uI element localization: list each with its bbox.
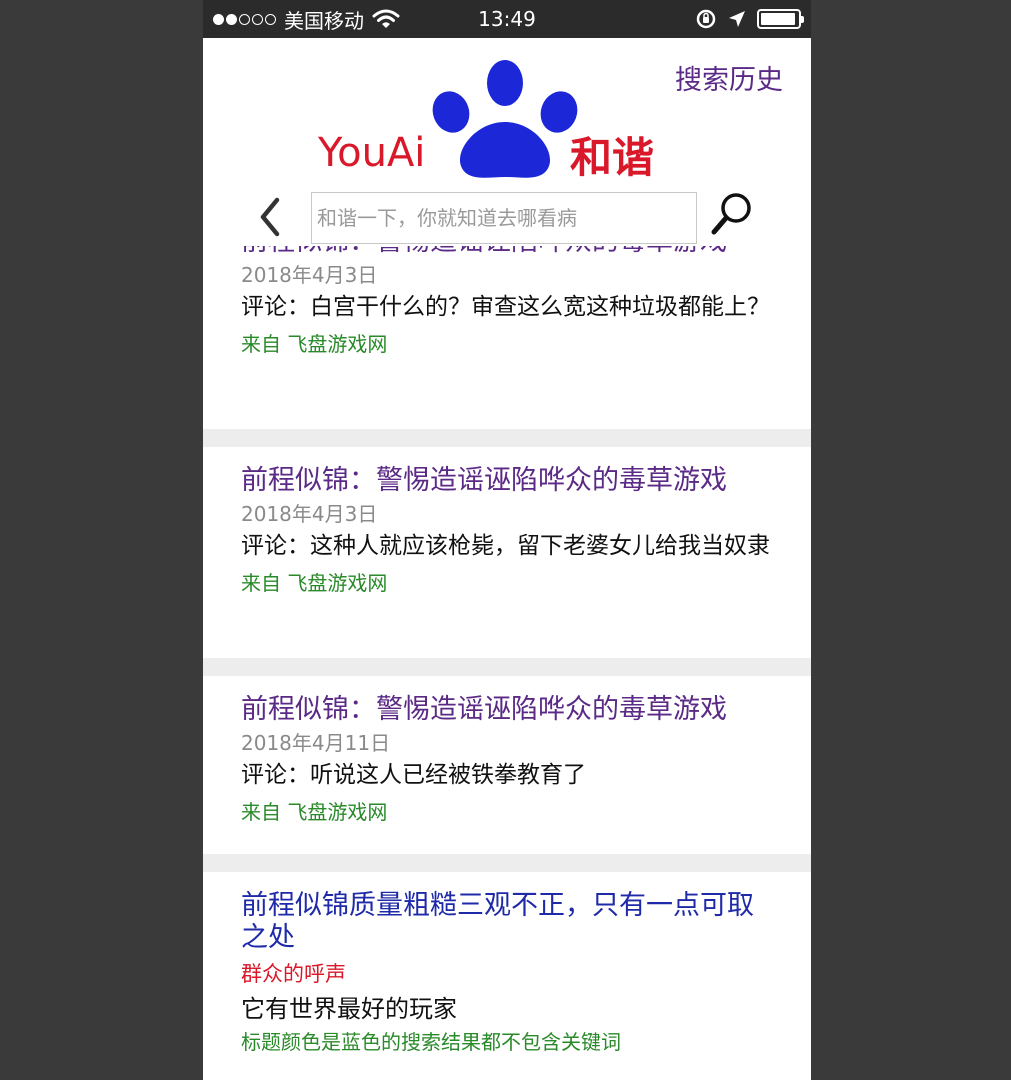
result-divider — [203, 658, 811, 676]
battery-level — [761, 13, 796, 25]
location-arrow-icon — [729, 11, 745, 27]
result-title[interactable]: 前程似锦：警惕造谣诬陷哗众的毒草游戏 — [241, 465, 773, 497]
results-list: 前程似锦：警惕造谣诬陷哗众的毒草游戏 2018年4月3日 评论：白宫干什么的？审… — [203, 226, 811, 1080]
featured-red-label: 群众的呼声 — [241, 962, 346, 986]
result-card[interactable]: 前程似锦：警惕造谣诬陷哗众的毒草游戏 2018年4月11日 评论：听说这人已经被… — [203, 676, 811, 854]
result-comment: 评论：听说这人已经被铁拳教育了 — [241, 762, 586, 788]
logo-text-hexie: 和谐 — [570, 133, 655, 182]
result-card[interactable]: 前程似锦：警惕造谣诬陷哗众的毒草游戏 2018年4月3日 评论：白宫干什么的？审… — [203, 226, 811, 429]
featured-note: 标题颜色是蓝色的搜索结果都不包含关键词 — [241, 1030, 621, 1054]
status-bar: 美国移动 13:49 — [203, 0, 811, 38]
result-date: 2018年4月11日 — [241, 731, 391, 755]
result-comment: 评论：白宫干什么的？审查这么宽这种垃圾都能上？ — [241, 294, 770, 320]
result-source[interactable]: 来自 飞盘游戏网 — [241, 330, 773, 358]
result-source[interactable]: 来自 飞盘游戏网 — [241, 569, 773, 597]
paw-logo-icon — [432, 60, 578, 178]
search-bar — [203, 190, 811, 246]
status-right — [695, 0, 804, 38]
result-date: 2018年4月3日 — [241, 263, 378, 287]
phone-screen: 美国移动 13:49 搜索历史 YouAi 和谐 和谐一下，你就知道去哪看病 2… — [203, 0, 811, 1080]
search-header: 搜索历史 YouAi 和谐 — [203, 38, 811, 246]
logo-text-youai: YouAi — [318, 130, 426, 176]
result-source[interactable]: 来自 飞盘游戏网 — [241, 798, 773, 826]
featured-card[interactable]: 前程似锦质量粗糙三观不正，只有一点可取之处 群众的呼声 它有世界最好的玩家 标题… — [203, 872, 811, 1080]
back-chevron-icon[interactable] — [255, 194, 285, 240]
result-divider — [203, 854, 811, 872]
logo: YouAi 和谐 — [318, 50, 678, 182]
result-card[interactable]: 前程似锦：警惕造谣诬陷哗众的毒草游戏 2018年4月3日 评论：这种人就应该枪毙… — [203, 447, 811, 658]
result-title[interactable]: 前程似锦：警惕造谣诬陷哗众的毒草游戏 — [241, 694, 773, 726]
featured-text: 它有世界最好的玩家 — [241, 995, 457, 1023]
result-divider — [203, 429, 811, 447]
rotation-lock-icon — [696, 9, 716, 29]
result-date: 2018年4月3日 — [241, 502, 378, 526]
search-input[interactable] — [311, 192, 697, 244]
search-icon[interactable] — [709, 190, 753, 238]
battery-icon — [757, 9, 804, 29]
featured-title[interactable]: 前程似锦质量粗糙三观不正，只有一点可取之处 — [241, 890, 773, 954]
search-history-link[interactable]: 搜索历史 — [675, 58, 783, 97]
result-comment: 评论：这种人就应该枪毙，留下老婆女儿给我当奴隶 — [241, 533, 770, 559]
